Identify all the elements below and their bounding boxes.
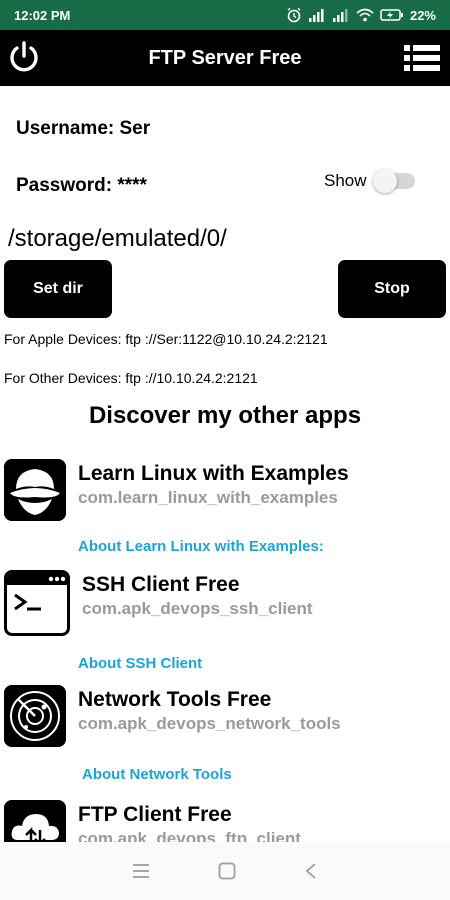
power-icon[interactable] bbox=[6, 39, 42, 75]
app-item-ssh[interactable]: SSH Client Free com.apk_devops_ssh_clien… bbox=[4, 570, 313, 636]
app-title: FTP Server Free bbox=[148, 46, 302, 69]
terminal-icon bbox=[4, 570, 70, 636]
status-icons: 22% bbox=[286, 7, 436, 23]
app-item-network-tools[interactable]: Network Tools Free com.apk_devops_networ… bbox=[4, 685, 341, 747]
system-nav-bar bbox=[0, 842, 450, 900]
app-name: Learn Linux with Examples bbox=[78, 462, 349, 485]
app-name: Network Tools Free bbox=[78, 688, 272, 711]
menu-list-icon[interactable] bbox=[404, 44, 440, 72]
app-package: com.apk_devops_ftp_client bbox=[78, 829, 301, 842]
linux-hat-icon bbox=[4, 459, 66, 521]
wifi-icon bbox=[356, 8, 374, 22]
show-password-toggle[interactable] bbox=[372, 169, 415, 193]
battery-percent: 22% bbox=[409, 7, 436, 23]
stop-button[interactable]: Stop bbox=[338, 260, 446, 318]
set-dir-button[interactable]: Set dir bbox=[4, 260, 112, 318]
recents-icon[interactable] bbox=[132, 863, 150, 879]
battery-charging-icon bbox=[380, 9, 403, 21]
signal-icon bbox=[308, 9, 324, 22]
apple-connection-info: For Apple Devices: ftp ://Ser:1122@10.10… bbox=[4, 331, 328, 347]
app-item-ftp-client[interactable]: FTP Client Free com.apk_devops_ftp_clien… bbox=[4, 800, 301, 842]
username-label: Username: Ser bbox=[16, 118, 151, 139]
app-package: com.apk_devops_network_tools bbox=[78, 714, 341, 733]
discover-title: Discover my other apps bbox=[88, 402, 362, 429]
radar-icon bbox=[4, 685, 66, 747]
alarm-icon bbox=[287, 7, 301, 23]
back-icon[interactable] bbox=[304, 862, 318, 880]
cloud-transfer-icon bbox=[4, 800, 66, 842]
app-bar: FTP Server Free bbox=[0, 30, 450, 86]
toggle-knob bbox=[372, 169, 397, 193]
about-link-linux[interactable]: About Learn Linux with Examples: bbox=[78, 538, 324, 555]
about-link-ssh[interactable]: About SSH Client bbox=[78, 655, 202, 672]
app-package: com.apk_devops_ssh_client bbox=[82, 599, 313, 618]
about-link-network-tools[interactable]: About Network Tools bbox=[82, 766, 232, 783]
directory-path: /storage/emulated/0/ bbox=[8, 225, 227, 252]
other-connection-info: For Other Devices: ftp ://10.10.24.2:212… bbox=[4, 370, 258, 386]
status-time: 12:02 PM bbox=[14, 7, 71, 23]
app-name: FTP Client Free bbox=[78, 803, 232, 826]
scroll-clip: FTP Client Free com.apk_devops_ftp_clien… bbox=[0, 790, 450, 842]
password-label: Password: **** bbox=[16, 175, 147, 196]
home-icon[interactable] bbox=[218, 862, 236, 880]
show-password-control: Show bbox=[324, 169, 415, 193]
app-package: com.learn_linux_with_examples bbox=[78, 488, 338, 507]
status-bar: 12:02 PM 22% bbox=[0, 0, 450, 30]
show-label: Show bbox=[324, 171, 367, 190]
app-name: SSH Client Free bbox=[82, 573, 240, 596]
signal-icon bbox=[332, 9, 348, 22]
app-item-linux[interactable]: Learn Linux with Examples com.learn_linu… bbox=[4, 459, 349, 521]
